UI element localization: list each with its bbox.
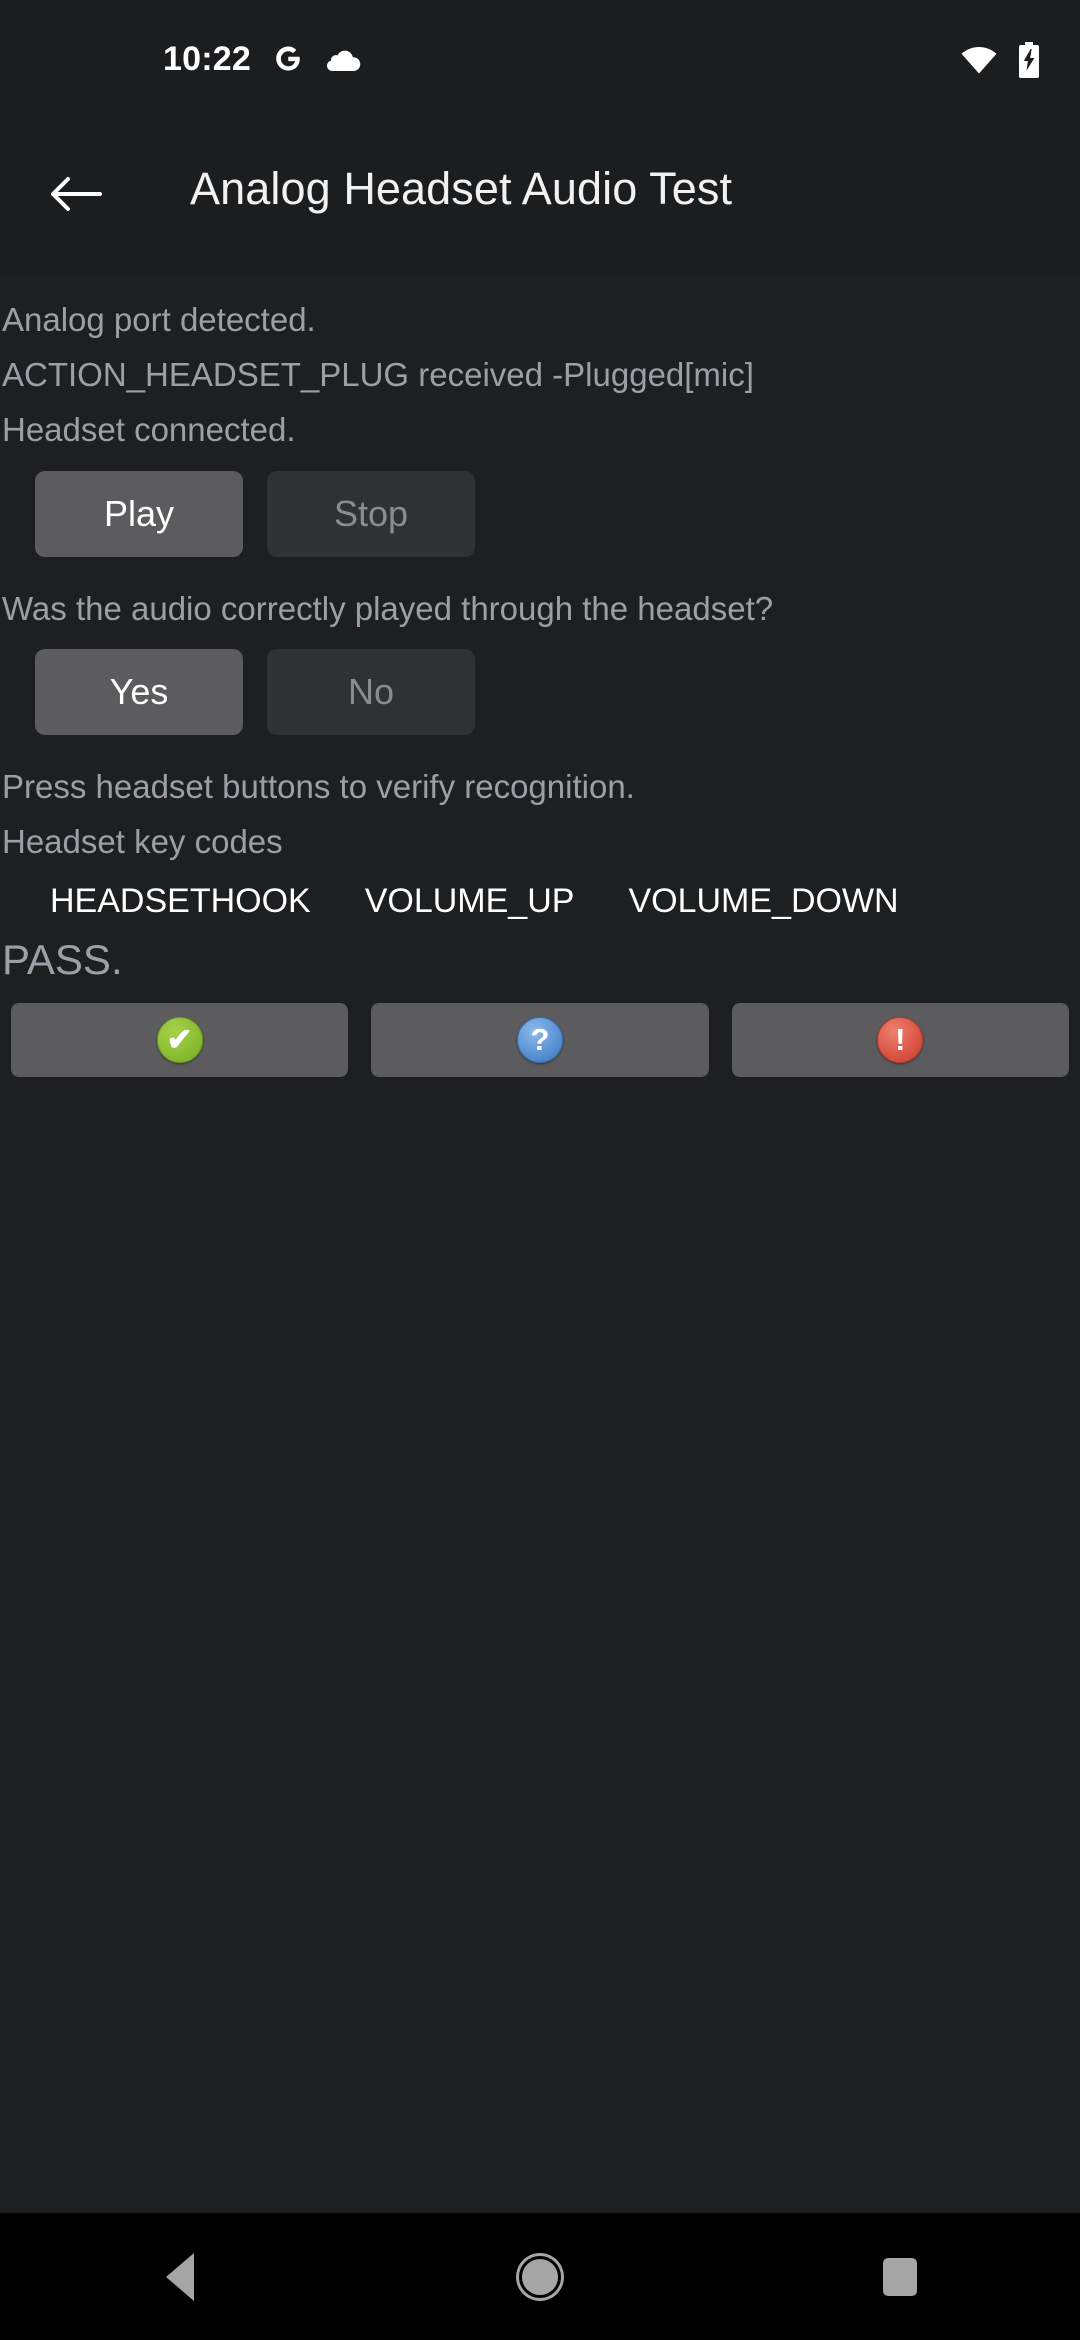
log-block: Analog port detected. ACTION_HEADSET_PLU… xyxy=(0,275,1080,457)
nav-home-button[interactable] xyxy=(460,2213,620,2340)
press-headset-buttons-text: Press headset buttons to verify recognit… xyxy=(2,768,635,805)
play-stop-button-row: Play Stop xyxy=(0,471,1080,557)
phone-screen: 10:22 Analog Headset Audio Test Analog p… xyxy=(0,0,1080,2340)
log-line-action-headset-plug: ACTION_HEADSET_PLUG received -Plugged[mi… xyxy=(2,356,754,393)
yes-button[interactable]: Yes xyxy=(35,649,243,735)
nav-back-icon xyxy=(166,2252,194,2301)
test-result-text: PASS. xyxy=(2,936,123,983)
stop-button[interactable]: Stop xyxy=(267,471,475,557)
pass-button[interactable]: ✔ xyxy=(11,1003,349,1077)
status-bar-left: 10:22 xyxy=(163,42,361,76)
wifi-icon xyxy=(960,44,998,76)
yes-no-button-row: Yes No xyxy=(0,649,1080,735)
no-button[interactable]: No xyxy=(267,649,475,735)
back-button[interactable] xyxy=(40,158,112,230)
nav-back-button[interactable] xyxy=(100,2213,260,2340)
action-button-bar: ✔ ? ! xyxy=(0,1003,1080,1077)
play-button[interactable]: Play xyxy=(35,471,243,557)
keycode-headsethook: HEADSETHOOK xyxy=(50,882,311,920)
status-bar-clock: 10:22 xyxy=(163,40,251,78)
headset-key-codes-row: HEADSETHOOK VOLUME_UP VOLUME_DOWN xyxy=(0,877,1080,925)
question-mark-icon: ? xyxy=(516,1017,563,1063)
battery-charging-icon xyxy=(1016,42,1042,78)
nav-recents-icon xyxy=(883,2257,917,2296)
cloud-icon xyxy=(325,46,361,72)
pass-check-glyph: ✔ xyxy=(166,1022,193,1057)
page-title: Analog Headset Audio Test xyxy=(190,163,733,214)
content-area: Analog port detected. ACTION_HEADSET_PLU… xyxy=(0,275,1080,2213)
system-navigation-bar xyxy=(0,2213,1080,2340)
back-arrow-icon xyxy=(51,177,102,211)
nav-home-icon xyxy=(519,2255,561,2298)
fail-button[interactable]: ! xyxy=(731,1003,1069,1077)
status-bar-right xyxy=(960,42,1042,78)
headset-key-codes-label: Headset key codes xyxy=(2,823,283,860)
audio-question-text: Was the audio correctly played through t… xyxy=(2,590,774,627)
log-line-analog-port: Analog port detected. xyxy=(2,301,316,338)
exclamation-glyph: ! xyxy=(895,1022,906,1057)
log-line-headset-connected: Headset connected. xyxy=(2,411,296,448)
nav-recents-button[interactable] xyxy=(820,2213,980,2340)
info-button[interactable]: ? xyxy=(371,1003,709,1077)
app-bar: Analog Headset Audio Test xyxy=(0,108,1080,275)
keycode-volume-up: VOLUME_UP xyxy=(364,882,575,920)
question-mark-glyph: ? xyxy=(530,1022,550,1057)
google-g-icon xyxy=(273,43,303,75)
exclamation-icon: ! xyxy=(877,1017,924,1063)
pass-check-icon: ✔ xyxy=(156,1017,203,1063)
status-bar: 10:22 xyxy=(0,0,1080,108)
keycode-volume-down: VOLUME_DOWN xyxy=(628,882,899,920)
